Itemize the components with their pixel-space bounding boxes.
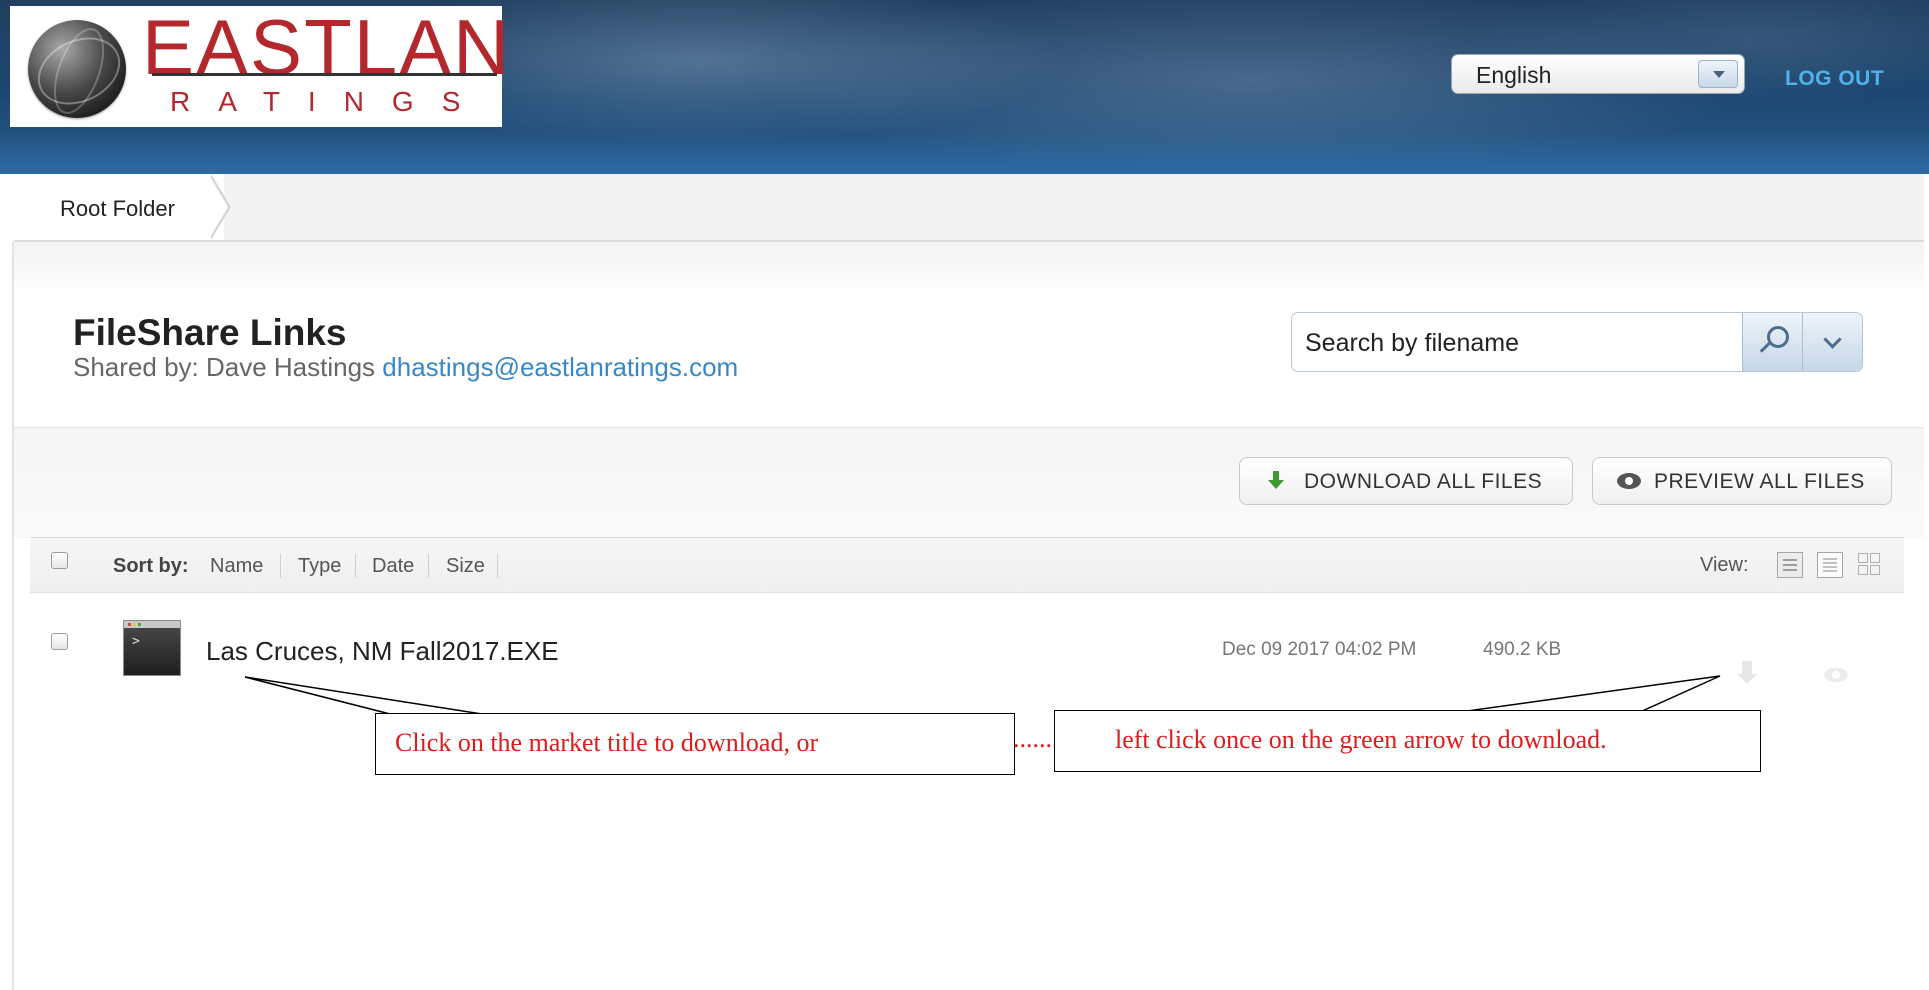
annotation-callout-right: left click once on the green arrow to do…	[1054, 710, 1761, 772]
select-all-checkbox[interactable]	[51, 552, 68, 569]
shared-by: Shared by: Dave Hastings dhastings@eastl…	[73, 352, 738, 383]
file-preview-eye-icon[interactable]	[1824, 668, 1848, 682]
file-row: > Las Cruces, NM Fall2017.EXE Dec 09 201…	[30, 606, 1904, 696]
chevron-down-icon[interactable]	[1698, 60, 1738, 88]
language-select[interactable]: English	[1451, 54, 1745, 94]
company-logo[interactable]: EASTLAN RATINGS	[10, 6, 509, 127]
breadcrumb: Root Folder	[14, 174, 1924, 242]
executable-file-icon[interactable]: >	[123, 620, 181, 676]
file-date: Dec 09 2017 04:02 PM	[1222, 639, 1417, 660]
sort-bar: Sort by: Name Type Date Size View:	[30, 537, 1904, 593]
grid-view-icon[interactable]	[1857, 552, 1883, 578]
logout-link[interactable]: LOG OUT	[1785, 67, 1884, 91]
sort-by-name[interactable]: Name	[210, 555, 263, 578]
sort-by-type[interactable]: Type	[298, 555, 341, 578]
preview-all-label: PREVIEW ALL FILES	[1654, 470, 1865, 493]
language-select-value: English	[1476, 62, 1552, 88]
sort-by-size[interactable]: Size	[446, 555, 485, 578]
page-title: FileShare Links	[73, 312, 347, 353]
breadcrumb-label: Root Folder	[60, 196, 175, 221]
chevron-down-icon	[1823, 330, 1842, 349]
logo-subtitle: RATINGS	[170, 86, 489, 117]
header-bar: EASTLAN RATINGS English LOG OUT	[0, 0, 1929, 174]
search-button[interactable]	[1742, 313, 1803, 371]
file-name-link[interactable]: Las Cruces, NM Fall2017.EXE	[206, 636, 559, 667]
download-arrow-icon	[1268, 471, 1284, 489]
search-input[interactable]	[1292, 313, 1757, 371]
details-view-icon[interactable]	[1817, 552, 1843, 578]
shared-by-email-link[interactable]: dhastings@eastlanratings.com	[382, 352, 738, 382]
search-options-button[interactable]	[1802, 313, 1862, 371]
sort-by-date[interactable]: Date	[372, 555, 414, 578]
annotation-left-text: Click on the market title to download, o…	[395, 728, 819, 757]
annotation-right-text: left click once on the green arrow to do…	[1115, 725, 1607, 754]
eye-icon	[1617, 473, 1641, 489]
search-icon	[1767, 326, 1789, 348]
annotation-callout-left: Click on the market title to download, o…	[375, 713, 1015, 775]
preview-all-button[interactable]: PREVIEW ALL FILES	[1592, 457, 1892, 505]
search-box	[1291, 312, 1863, 372]
shared-by-name: Shared by: Dave Hastings	[73, 352, 376, 382]
list-view-icon[interactable]	[1777, 552, 1803, 578]
sort-by-label: Sort by:	[113, 555, 189, 577]
file-checkbox[interactable]	[51, 633, 68, 650]
breadcrumb-root-folder[interactable]: Root Folder	[14, 174, 224, 240]
view-label: View:	[1700, 554, 1749, 576]
file-size: 490.2 KB	[1483, 639, 1562, 660]
download-all-label: DOWNLOAD ALL FILES	[1304, 470, 1543, 493]
globe-logo-icon	[28, 20, 126, 118]
file-download-arrow-icon[interactable]	[1737, 661, 1757, 684]
download-all-button[interactable]: DOWNLOAD ALL FILES	[1239, 457, 1573, 505]
